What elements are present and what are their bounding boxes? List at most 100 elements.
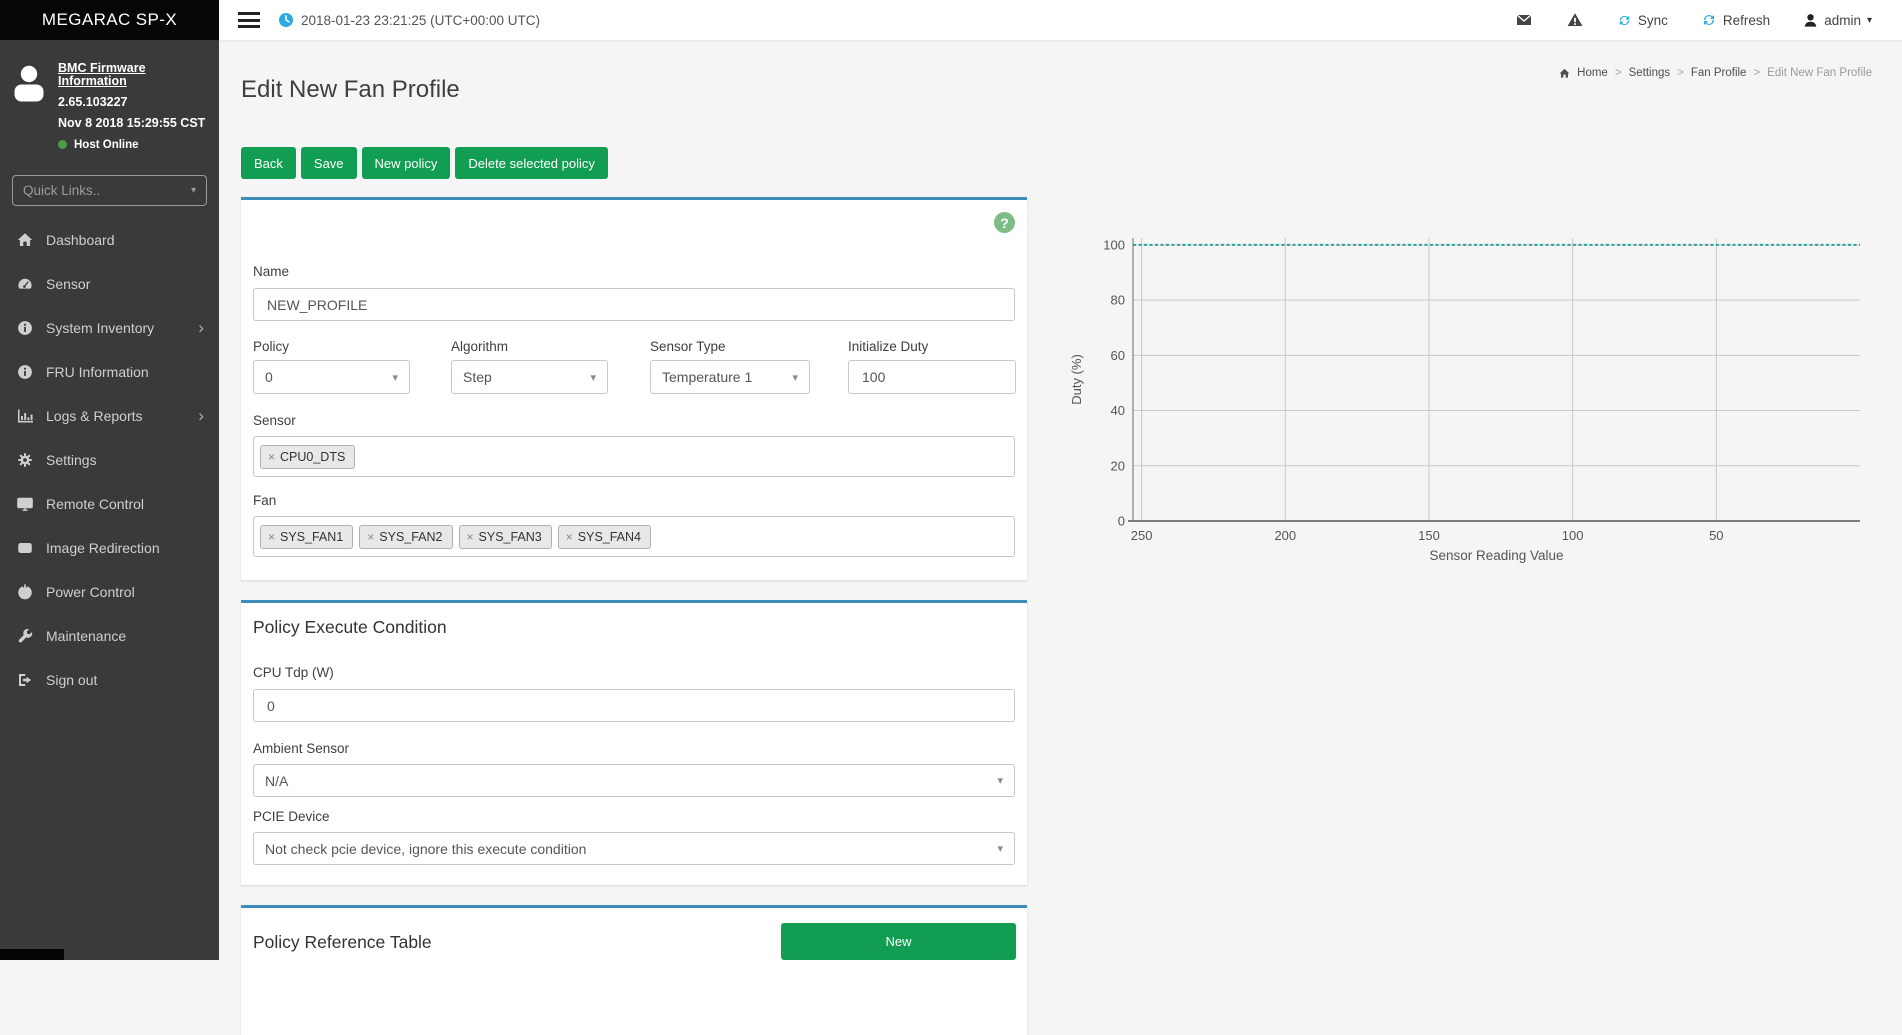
action-buttons: BackSaveNew policyDelete selected policy xyxy=(241,147,608,179)
tag-label: CPU0_DTS xyxy=(280,450,345,464)
sidebar-item-remote-control[interactable]: Remote Control xyxy=(0,482,219,526)
sidebar-item-sensor[interactable]: Sensor xyxy=(0,262,219,306)
home-icon xyxy=(15,231,35,248)
sidebar-item-label: Settings xyxy=(46,452,97,468)
signout-icon xyxy=(15,671,35,688)
svg-text:80: 80 xyxy=(1111,293,1125,308)
fan-duty-chart: 02040608010025020015010050Sensor Reading… xyxy=(1060,225,1902,570)
remove-tag-icon[interactable]: × xyxy=(367,530,374,544)
name-label: Name xyxy=(253,264,289,279)
breadcrumb-item-fan-profile[interactable]: Fan Profile xyxy=(1691,67,1747,79)
sidebar-item-fru-information[interactable]: FRU Information xyxy=(0,350,219,394)
help-icon[interactable]: ? xyxy=(994,212,1015,233)
remove-tag-icon[interactable]: × xyxy=(268,450,275,464)
sync-label: Sync xyxy=(1638,13,1668,28)
breadcrumb-separator: > xyxy=(1753,67,1760,79)
messages-button[interactable] xyxy=(1515,12,1533,28)
initialize-duty-input[interactable] xyxy=(848,360,1016,394)
tag-cpu0-dts[interactable]: × CPU0_DTS xyxy=(260,445,355,469)
remove-tag-icon[interactable]: × xyxy=(268,530,275,544)
alerts-button[interactable] xyxy=(1566,12,1584,28)
cpu-tdp-label: CPU Tdp (W) xyxy=(253,665,334,680)
svg-text:150: 150 xyxy=(1418,528,1440,543)
sensor-type-select[interactable]: Temperature 1▾ xyxy=(650,360,810,394)
sidebar-item-label: Image Redirection xyxy=(46,540,160,556)
user-menu[interactable]: admin ▾ xyxy=(1803,13,1872,28)
tag-label: SYS_FAN1 xyxy=(280,530,343,544)
fan-profile-card: ? Name Policy 0▾ Algorithm Step▾ Sensor … xyxy=(241,197,1027,580)
tag-sys-fan2[interactable]: ×SYS_FAN2 xyxy=(359,525,452,549)
pcie-device-label: PCIE Device xyxy=(253,809,330,824)
sync-button[interactable]: Sync xyxy=(1617,13,1668,28)
svg-text:40: 40 xyxy=(1111,403,1125,418)
sidebar-item-maintenance[interactable]: Maintenance xyxy=(0,614,219,658)
sidebar-item-sign-out[interactable]: Sign out xyxy=(0,658,219,702)
fan-multiselect[interactable]: ×SYS_FAN1×SYS_FAN2×SYS_FAN3×SYS_FAN4 xyxy=(253,516,1015,557)
chart-icon xyxy=(15,407,35,424)
sensor-multiselect[interactable]: × CPU0_DTS xyxy=(253,436,1015,477)
quick-links-placeholder: Quick Links.. xyxy=(23,183,100,198)
algorithm-select[interactable]: Step▾ xyxy=(451,360,608,394)
bmc-firmware-information-link[interactable]: BMC Firmware Information xyxy=(58,62,209,88)
warning-icon xyxy=(1566,12,1584,28)
sidebar-item-settings[interactable]: Settings xyxy=(0,438,219,482)
firmware-date: Nov 8 2018 15:29:55 CST xyxy=(58,117,209,130)
sidebar-item-label: Power Control xyxy=(46,584,135,600)
svg-text:Sensor Reading Value: Sensor Reading Value xyxy=(1429,548,1563,563)
quick-links-dropdown[interactable]: Quick Links.. ▾ xyxy=(12,175,207,206)
hamburger-menu-icon[interactable] xyxy=(238,9,260,32)
host-status: Host Online xyxy=(74,139,139,151)
sensor-type-value: Temperature 1 xyxy=(662,369,752,385)
remove-tag-icon[interactable]: × xyxy=(467,530,474,544)
delete-selected-policy-button[interactable]: Delete selected policy xyxy=(455,147,607,179)
chevron-down-icon: ▾ xyxy=(590,371,596,384)
policy-select[interactable]: 0▾ xyxy=(253,360,410,394)
breadcrumb-item-home[interactable]: Home xyxy=(1577,67,1608,79)
chevron-right-icon: › xyxy=(198,319,204,336)
brand-title: MEGARAC SP-X xyxy=(0,0,219,40)
user-icon xyxy=(1803,13,1818,28)
envelope-icon xyxy=(1515,12,1533,28)
new-policy-button[interactable]: New policy xyxy=(362,147,451,179)
chevron-down-icon: ▾ xyxy=(191,185,196,196)
sidebar-item-system-inventory[interactable]: System Inventory› xyxy=(0,306,219,350)
tag-sys-fan4[interactable]: × SYS_FAN4 xyxy=(558,525,651,549)
pcie-device-select[interactable]: Not check pcie device, ignore this execu… xyxy=(253,832,1015,865)
cpu-tdp-input[interactable] xyxy=(253,689,1015,722)
back-button[interactable]: Back xyxy=(241,147,296,179)
monitor-icon xyxy=(15,495,35,512)
policy-reference-table-card: Policy Reference Table New xyxy=(241,905,1027,1035)
breadcrumb: Home>Settings>Fan Profile>Edit New Fan P… xyxy=(1559,67,1872,79)
policy-value: 0 xyxy=(265,369,273,385)
section-title: Policy Reference Table xyxy=(253,932,432,953)
name-input[interactable] xyxy=(253,288,1015,321)
tag-sys-fan1[interactable]: × SYS_FAN1 xyxy=(260,525,353,549)
fan-label: Fan xyxy=(253,493,276,508)
ambient-sensor-select[interactable]: N/A▾ xyxy=(253,764,1015,797)
chevron-down-icon: ▾ xyxy=(997,774,1003,787)
sidebar-item-logs-reports[interactable]: Logs & Reports› xyxy=(0,394,219,438)
caret-down-icon: ▾ xyxy=(1867,15,1872,26)
breadcrumb-item-settings[interactable]: Settings xyxy=(1629,67,1671,79)
info-icon xyxy=(15,319,35,336)
breadcrumb-item-edit-new-fan-profile: Edit New Fan Profile xyxy=(1767,67,1872,79)
info-icon xyxy=(15,363,35,380)
initialize-duty-label: Initialize Duty xyxy=(848,339,928,354)
wrench-icon xyxy=(15,627,35,644)
section-title: Policy Execute Condition xyxy=(253,617,447,638)
sidebar-item-dashboard[interactable]: Dashboard xyxy=(0,218,219,262)
user-name: admin xyxy=(1824,13,1861,28)
remove-tag-icon[interactable]: × xyxy=(566,530,573,544)
save-button[interactable]: Save xyxy=(301,147,357,179)
gear-icon xyxy=(15,451,35,468)
tag-label: SYS_FAN4 xyxy=(578,530,641,544)
sidebar-item-power-control[interactable]: Power Control xyxy=(0,570,219,614)
tag-sys-fan3[interactable]: × SYS_FAN3 xyxy=(459,525,552,549)
svg-text:250: 250 xyxy=(1131,528,1153,543)
sidebar-item-image-redirection[interactable]: Image Redirection xyxy=(0,526,219,570)
new-policy-row-button[interactable]: New xyxy=(781,923,1016,960)
breadcrumb-separator: > xyxy=(1615,67,1622,79)
tag-label: SYS_FAN3 xyxy=(479,530,542,544)
refresh-button[interactable]: Refresh xyxy=(1701,12,1770,28)
sensor-type-label: Sensor Type xyxy=(650,339,726,354)
